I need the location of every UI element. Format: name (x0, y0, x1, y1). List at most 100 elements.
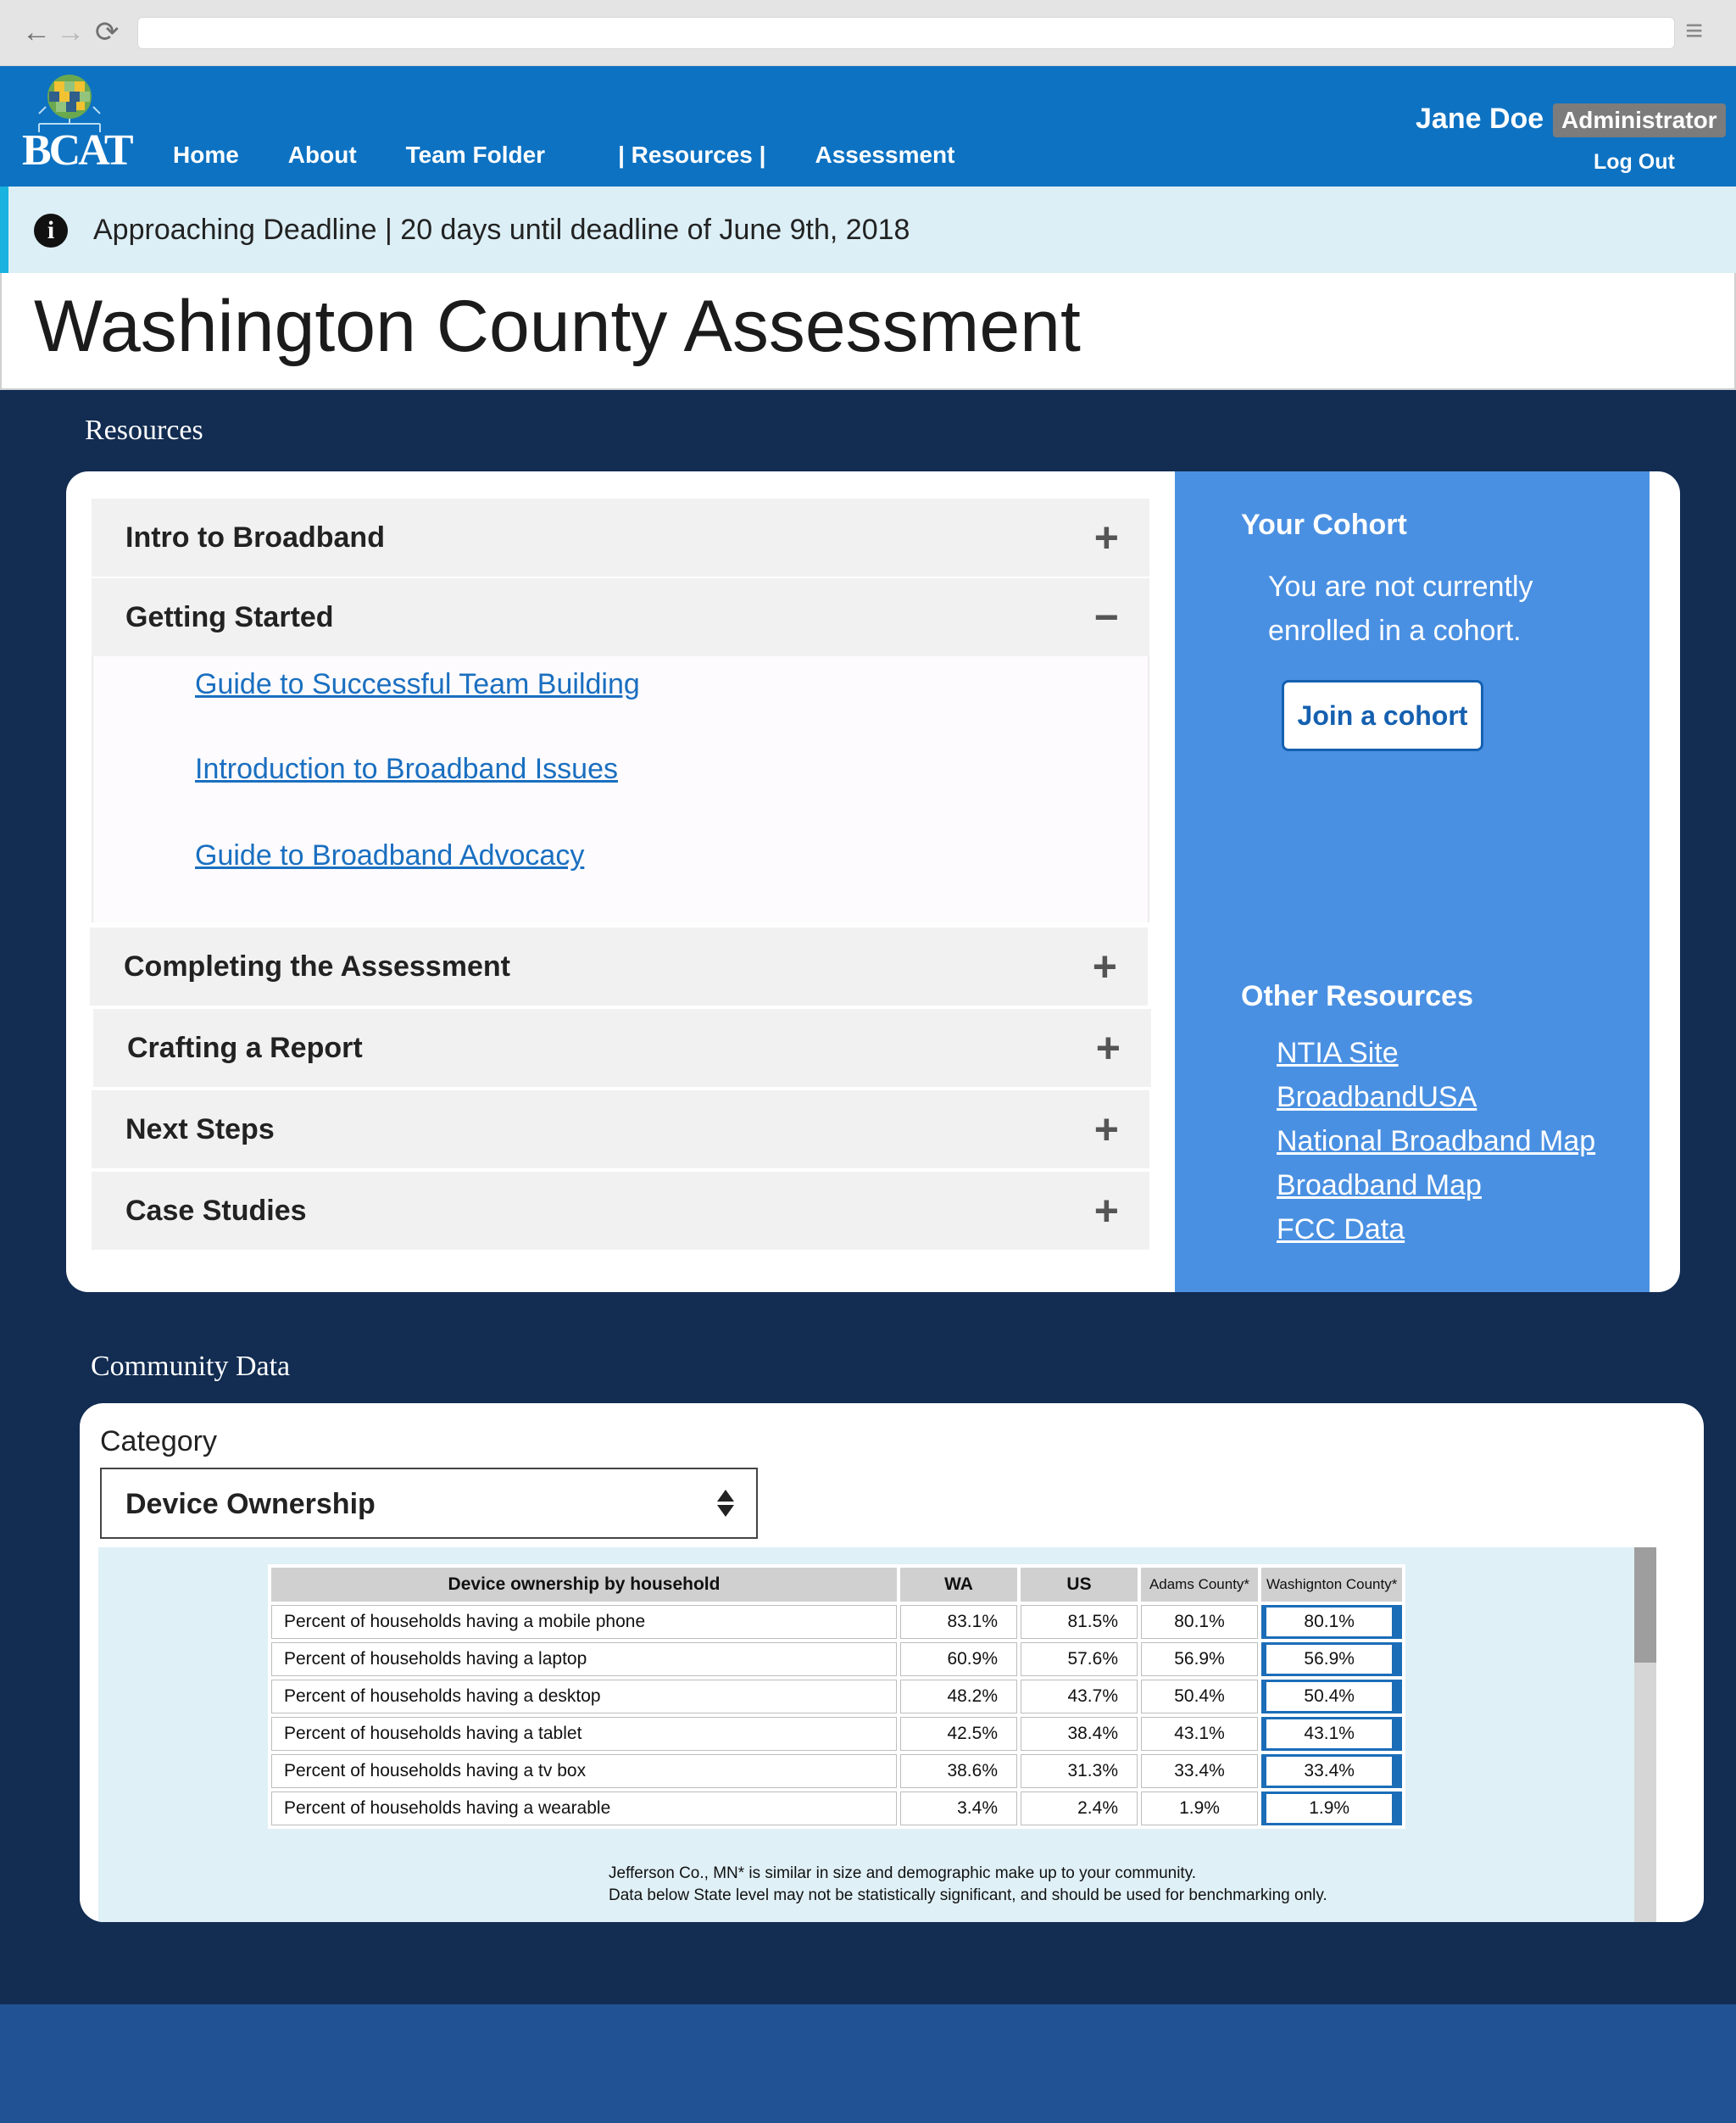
cohort-sidebar: Your Cohort You are not currently enroll… (1175, 471, 1650, 1292)
accordion-intro-to-broadband[interactable]: Intro to Broadband + (92, 499, 1149, 577)
table-cell: 56.9% (1261, 1642, 1403, 1676)
accordion-label: Case Studies (125, 1195, 307, 1227)
category-label: Category (100, 1425, 217, 1457)
accordion-label: Completing the Assessment (124, 950, 510, 983)
table-cell: 43.7% (1021, 1680, 1138, 1713)
column-header: Washignton County* (1261, 1568, 1403, 1602)
table-cell: 83.1% (900, 1605, 1017, 1639)
accordion-completing-assessment[interactable]: Completing the Assessment + (90, 928, 1148, 1006)
nav-about[interactable]: About (288, 141, 357, 170)
page-title-area: Washington County Assessment (0, 273, 1736, 390)
nav-home[interactable]: Home (173, 141, 239, 170)
accordion-crafting-report[interactable]: Crafting a Report + (93, 1009, 1151, 1087)
other-resources-list: NTIA Site BroadbandUSA National Broadban… (1277, 1031, 1595, 1251)
category-select[interactable]: Device Ownership (100, 1468, 758, 1539)
community-data-card: Category Device Ownership Device ownersh… (80, 1403, 1704, 1922)
plus-icon[interactable]: + (1093, 945, 1117, 988)
table-cell: 43.1% (1141, 1717, 1258, 1751)
main-nav: Home About Team Folder | Resources | Ass… (173, 141, 1004, 170)
table-cell: 80.1% (1261, 1605, 1403, 1639)
accordion-next-steps[interactable]: Next Steps + (92, 1090, 1149, 1168)
table-cell: 43.1% (1261, 1717, 1403, 1751)
scrollbar-thumb[interactable] (1634, 1547, 1656, 1663)
table-cell: 48.2% (900, 1680, 1017, 1713)
category-selected-value: Device Ownership (125, 1488, 376, 1520)
logo-text: BCAT (22, 126, 134, 175)
alert-text: Approaching Deadline | 20 days until dea… (93, 214, 910, 246)
table-cell: 31.3% (1021, 1754, 1138, 1788)
table-row: Percent of households having a tv box 38… (271, 1754, 1403, 1788)
link-broadband-issues-intro[interactable]: Introduction to Broadband Issues (195, 751, 618, 787)
sort-arrows-icon (717, 1490, 734, 1517)
link-national-broadband-map[interactable]: National Broadband Map (1277, 1119, 1595, 1163)
table-row: Percent of households having a wearable … (271, 1791, 1403, 1825)
accordion-getting-started[interactable]: Getting Started − (92, 578, 1149, 656)
plus-icon[interactable]: + (1094, 1108, 1119, 1151)
vertical-scrollbar[interactable] (1634, 1547, 1656, 1922)
bcat-logo[interactable]: BCAT (22, 73, 134, 175)
column-header: Device ownership by household (271, 1568, 897, 1602)
table-cell: 38.6% (900, 1754, 1017, 1788)
browser-menu-icon[interactable]: ≡ (1685, 14, 1703, 47)
table-cell: 60.9% (900, 1642, 1017, 1676)
table-cell: 33.4% (1261, 1754, 1403, 1788)
link-broadband-advocacy-guide[interactable]: Guide to Broadband Advocacy (195, 838, 584, 873)
plus-icon[interactable]: + (1094, 516, 1119, 559)
link-team-building-guide[interactable]: Guide to Successful Team Building (195, 666, 640, 702)
deadline-alert: i Approaching Deadline | 20 days until d… (0, 187, 1736, 273)
role-badge: Administrator (1553, 103, 1726, 137)
getting-started-panel: Guide to Successful Team Building Introd… (92, 656, 1149, 922)
community-data-heading: Community Data (91, 1351, 291, 1382)
table-cell: Percent of households having a desktop (271, 1680, 897, 1713)
app-header: BCAT Home About Team Folder | Resources … (0, 66, 1736, 187)
table-header-row: Device ownership by household WA US Adam… (271, 1568, 1403, 1602)
table-cell: Percent of households having a tablet (271, 1717, 897, 1751)
nav-assessment[interactable]: Assessment (815, 141, 954, 170)
table-cell: 42.5% (900, 1717, 1017, 1751)
link-broadbandusa[interactable]: BroadbandUSA (1277, 1075, 1595, 1119)
table-cell: Percent of households having a wearable (271, 1791, 897, 1825)
address-bar[interactable] (137, 17, 1675, 49)
table-cell: 80.1% (1141, 1605, 1258, 1639)
accordion-label: Getting Started (125, 601, 334, 633)
info-icon: i (34, 214, 68, 248)
table-cell: Percent of households having a mobile ph… (271, 1605, 897, 1639)
table-row: Percent of households having a mobile ph… (271, 1605, 1403, 1639)
link-fcc-data[interactable]: FCC Data (1277, 1207, 1595, 1251)
plus-icon[interactable]: + (1096, 1027, 1121, 1069)
table-cell: 3.4% (900, 1791, 1017, 1825)
browser-toolbar: ← → ⟳ ≡ (0, 0, 1736, 66)
table-cell: 1.9% (1141, 1791, 1258, 1825)
other-resources-heading: Other Resources (1241, 980, 1473, 1012)
plus-icon[interactable]: + (1094, 1190, 1119, 1232)
back-arrow-icon[interactable]: ← (22, 15, 51, 49)
reload-icon[interactable]: ⟳ (95, 15, 120, 49)
table-cell: 33.4% (1141, 1754, 1258, 1788)
cohort-status-text: You are not currently enrolled in a coho… (1268, 571, 1533, 647)
cohort-heading: Your Cohort (1241, 509, 1407, 541)
link-ntia-site[interactable]: NTIA Site (1277, 1031, 1595, 1075)
table-cell: 38.4% (1021, 1717, 1138, 1751)
logout-link[interactable]: Log Out (1594, 149, 1675, 175)
accordion-case-studies[interactable]: Case Studies + (92, 1172, 1149, 1250)
table-cell: Percent of households having a laptop (271, 1642, 897, 1676)
forward-arrow-icon[interactable]: → (56, 15, 85, 49)
nav-team-folder[interactable]: Team Folder (406, 141, 545, 170)
user-name: Jane Doe (1416, 103, 1544, 135)
globe-network-icon (38, 75, 101, 132)
join-cohort-button[interactable]: Join a cohort (1282, 680, 1483, 751)
table-cell: 50.4% (1261, 1680, 1403, 1713)
data-table-viewport[interactable]: Device ownership by household WA US Adam… (98, 1547, 1653, 1922)
resources-heading: Resources (85, 415, 203, 446)
page-title: Washington County Assessment (34, 286, 1081, 367)
table-row: Percent of households having a desktop 4… (271, 1680, 1403, 1713)
nav-resources[interactable]: | Resources | (618, 141, 765, 170)
link-broadband-map[interactable]: Broadband Map (1277, 1163, 1595, 1207)
table-footnote: Data below State level may not be statis… (609, 1886, 1327, 1904)
table-cell: 57.6% (1021, 1642, 1138, 1676)
table-cell: Percent of households having a tv box (271, 1754, 897, 1788)
column-header: WA (900, 1568, 1017, 1602)
column-header: US (1021, 1568, 1138, 1602)
table-row: Percent of households having a laptop 60… (271, 1642, 1403, 1676)
minus-icon[interactable]: − (1094, 596, 1119, 638)
